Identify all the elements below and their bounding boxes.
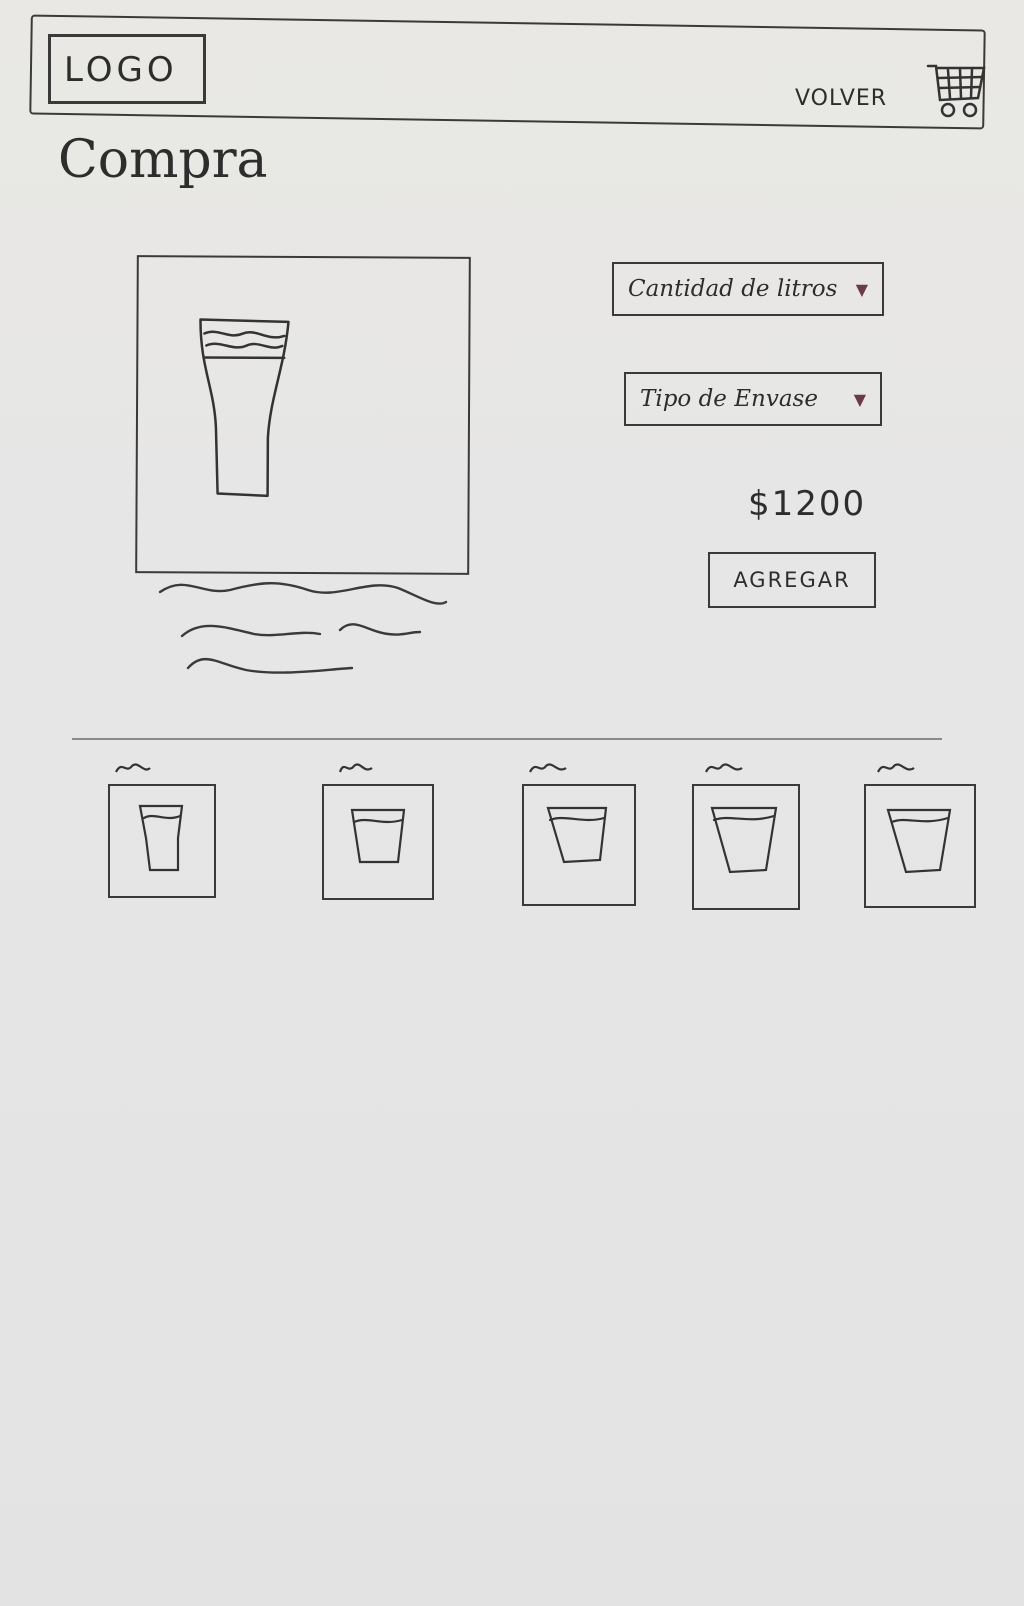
product-name-scribble [529,763,567,773]
related-products [108,758,1008,938]
related-product-thumbnail [692,784,800,910]
product-price: $1200 [748,484,867,524]
related-product-card[interactable] [692,758,800,910]
product-name-scribble [115,763,151,773]
beer-glass-icon [546,806,608,864]
cart-icon[interactable] [926,58,988,120]
beer-glass-icon [138,804,184,872]
beer-glass-icon [710,806,778,874]
product-name-scribble [705,763,743,773]
product-name-scribble [877,763,915,773]
beer-glass-icon [199,318,290,498]
related-product-card[interactable] [322,758,434,900]
back-link[interactable]: VOLVER [795,86,887,111]
related-product-thumbnail [522,784,636,906]
dropdown-arrow-icon: ▼ [853,389,866,409]
product-name-scribble [338,763,373,773]
related-product-card[interactable] [108,758,216,898]
liters-select[interactable]: Cantidad de litros ▼ [612,262,884,316]
product-description [158,582,448,674]
related-product-thumbnail [322,784,434,900]
related-product-thumbnail [108,784,216,898]
beer-glass-icon [886,808,952,874]
liters-select-label: Cantidad de litros [628,276,838,302]
product-image [135,255,471,575]
page-title: Compra [58,130,268,190]
logo[interactable]: LOGO [64,50,178,90]
beer-glass-icon [350,808,406,864]
section-divider [72,738,942,740]
container-type-select[interactable]: Tipo de Envase ▼ [624,372,882,426]
dropdown-arrow-icon: ▼ [855,279,868,299]
add-to-cart-button[interactable]: AGREGAR [708,552,876,608]
container-type-select-label: Tipo de Envase [640,386,818,412]
related-product-thumbnail [864,784,976,908]
related-product-card[interactable] [864,758,976,908]
related-product-card[interactable] [522,758,636,906]
